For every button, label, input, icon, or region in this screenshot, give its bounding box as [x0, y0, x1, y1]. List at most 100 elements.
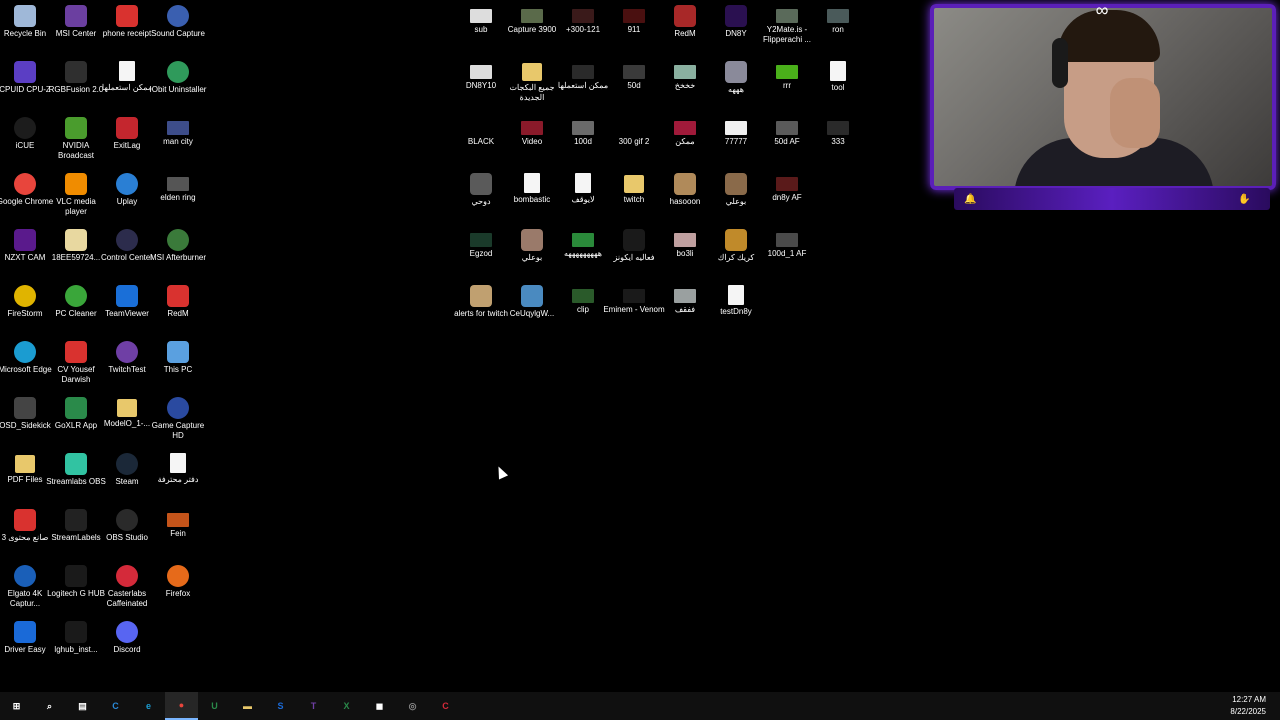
- desktop-icon[interactable]: ModelO_1-...: [102, 397, 152, 453]
- desktop-icon[interactable]: alerts for twitch: [454, 285, 508, 341]
- desktop-icon[interactable]: لايوقف: [558, 173, 608, 229]
- desktop-icon[interactable]: 100d: [558, 117, 608, 173]
- desktop-icon[interactable]: فعاليه ايكونز: [609, 229, 659, 285]
- desktop-icon[interactable]: Fein: [153, 509, 203, 565]
- desktop-icon[interactable]: +300-121: [558, 5, 608, 61]
- streamlabs-taskbar-icon[interactable]: S: [264, 692, 297, 720]
- desktop-icon[interactable]: twitch: [609, 173, 659, 229]
- desktop-icon[interactable]: دفتر محترفة: [153, 453, 203, 509]
- desktop-icon[interactable]: Uplay: [102, 173, 152, 229]
- desktop-icon[interactable]: Eminem - Venom: [603, 285, 665, 341]
- desktop-icon[interactable]: PDF Files: [0, 453, 50, 509]
- desktop-icon[interactable]: testDn8y: [711, 285, 761, 341]
- desktop-icon[interactable]: RGBFusion 2.0: [49, 61, 103, 117]
- desktop-icon[interactable]: هههه: [711, 61, 761, 117]
- edge-taskbar-icon[interactable]: e: [132, 692, 165, 720]
- casterlabs-taskbar-icon[interactable]: C: [429, 692, 462, 720]
- desktop-icon[interactable]: Recycle Bin: [0, 5, 50, 61]
- desktop-icon[interactable]: بوعلي: [711, 173, 761, 229]
- desktop-icon[interactable]: elden ring: [153, 173, 203, 229]
- task-view-button[interactable]: ▤: [66, 692, 99, 720]
- desktop-icon[interactable]: sub: [456, 5, 506, 61]
- desktop-icon[interactable]: خخخخ: [660, 61, 710, 117]
- desktop-icon[interactable]: 100d_1 AF: [762, 229, 812, 285]
- desktop-icon[interactable]: كريك كراك: [711, 229, 761, 285]
- desktop-icon[interactable]: ron: [813, 5, 863, 61]
- desktop-icon[interactable]: Video: [507, 117, 557, 173]
- desktop-icon[interactable]: StreamLabels: [51, 509, 101, 565]
- desktop-icon[interactable]: man city: [153, 117, 203, 173]
- desktop-icon[interactable]: iCUE: [0, 117, 50, 173]
- desktop-icon[interactable]: lghub_inst...: [51, 621, 101, 677]
- desktop-icon[interactable]: TeamViewer: [102, 285, 152, 341]
- desktop-icon[interactable]: clip: [558, 285, 608, 341]
- desktop-icon[interactable]: 18EE59724...: [51, 229, 101, 285]
- desktop-icon[interactable]: Microsoft Edge: [0, 341, 52, 397]
- uplay-taskbar-icon[interactable]: U: [198, 692, 231, 720]
- copilot-taskbar-icon[interactable]: C: [99, 692, 132, 720]
- desktop-icon[interactable]: IObit Uninstaller: [150, 61, 206, 117]
- desktop-icon[interactable]: RedM: [153, 285, 203, 341]
- desktop-icon[interactable]: Y2Mate.is - Flipperachi ...: [762, 5, 812, 61]
- desktop-icon[interactable]: MSI Center: [51, 5, 101, 61]
- desktop-icon[interactable]: 50d AF: [762, 117, 812, 173]
- desktop-icon[interactable]: Control Center: [101, 229, 153, 285]
- desktop-icon[interactable]: dn8y AF: [762, 173, 812, 229]
- desktop-icon[interactable]: VLC media player: [51, 173, 101, 229]
- desktop-icon[interactable]: CV Yousef Darwish: [51, 341, 101, 397]
- desktop-icon[interactable]: هههههههههه: [558, 229, 608, 285]
- desktop-icon[interactable]: Discord: [102, 621, 152, 677]
- obs-taskbar-icon[interactable]: ◎: [396, 692, 429, 720]
- desktop-icon[interactable]: PC Cleaner: [51, 285, 101, 341]
- desktop-icon[interactable]: Firefox: [153, 565, 203, 621]
- desktop-icon[interactable]: Capture 3900: [507, 5, 557, 61]
- goxlr-taskbar-icon[interactable]: X: [330, 692, 363, 720]
- desktop-icon[interactable]: This PC: [153, 341, 203, 397]
- desktop-icon[interactable]: OSD_Sidekick: [0, 397, 51, 453]
- desktop-icon[interactable]: Google Chrome: [0, 173, 53, 229]
- chrome-taskbar-icon[interactable]: ●: [165, 692, 198, 720]
- desktop-icon[interactable]: ممكن: [660, 117, 710, 173]
- desktop-icon[interactable]: Game Capture HD: [152, 397, 204, 453]
- desktop-icon[interactable]: bombastic: [507, 173, 557, 229]
- desktop-icon[interactable]: Egzod: [456, 229, 506, 285]
- desktop-icon[interactable]: 300 gif 2: [609, 117, 659, 173]
- desktop-icon[interactable]: Logitech G HUB: [47, 565, 105, 621]
- desktop-icon[interactable]: Streamlabs OBS: [46, 453, 106, 509]
- desktop-icon[interactable]: rrr: [762, 61, 812, 117]
- desktop-icon[interactable]: TwitchTest: [102, 341, 152, 397]
- desktop-icon[interactable]: DN8Y: [711, 5, 761, 61]
- desktop-icon[interactable]: GoXLR App: [51, 397, 101, 453]
- desktop-icon[interactable]: Steam: [102, 453, 152, 509]
- desktop-icon[interactable]: Casterlabs Caffeinated: [102, 565, 152, 621]
- system-clock[interactable]: 12:27 AM 8/22/2025: [1230, 694, 1266, 718]
- desktop-icon[interactable]: hasooon: [660, 173, 710, 229]
- desktop-icon[interactable]: phone receipt: [102, 5, 152, 61]
- desktop-icon[interactable]: MSI Afterburner: [150, 229, 206, 285]
- desktop-icon[interactable]: 77777: [711, 117, 761, 173]
- desktop-icon[interactable]: 50d: [609, 61, 659, 117]
- desktop-icon[interactable]: جميع البكجات الجديدة: [507, 61, 557, 117]
- desktop-icon[interactable]: CPUID CPU-Z: [0, 61, 51, 117]
- desktop-icon[interactable]: دوحي: [456, 173, 506, 229]
- file-explorer-taskbar-icon[interactable]: ▬: [231, 692, 264, 720]
- desktop-icon[interactable]: DN8Y10: [456, 61, 506, 117]
- desktop-icon[interactable]: NVIDIA Broadcast: [51, 117, 101, 173]
- desktop-icon[interactable]: BLACK: [456, 117, 506, 173]
- desktop-icon[interactable]: NZXT CAM: [0, 229, 50, 285]
- desktop-icon[interactable]: FireStorm: [0, 285, 50, 341]
- desktop-icon[interactable]: Sound Capture: [151, 5, 205, 61]
- desktop-icon[interactable]: OBS Studio: [102, 509, 152, 565]
- desktop-icon[interactable]: Elgato 4K Captur...: [0, 565, 50, 621]
- desktop[interactable]: Recycle Bin MSI Center phone receipt Sound …: [0, 0, 1280, 692]
- desktop-icon[interactable]: ExitLag: [102, 117, 152, 173]
- app-taskbar-icon[interactable]: ◼: [363, 692, 396, 720]
- desktop-icon[interactable]: CeUqylgW...: [507, 285, 557, 341]
- desktop-icon[interactable]: Driver Easy: [0, 621, 50, 677]
- start-button[interactable]: ⊞: [0, 692, 33, 720]
- desktop-icon[interactable]: ممكن استعملها: [102, 61, 152, 117]
- desktop-icon[interactable]: ممكن استعملها: [558, 61, 608, 117]
- desktop-icon[interactable]: RedM: [660, 5, 710, 61]
- twitchtest-taskbar-icon[interactable]: T: [297, 692, 330, 720]
- desktop-icon[interactable]: بوعلي: [507, 229, 557, 285]
